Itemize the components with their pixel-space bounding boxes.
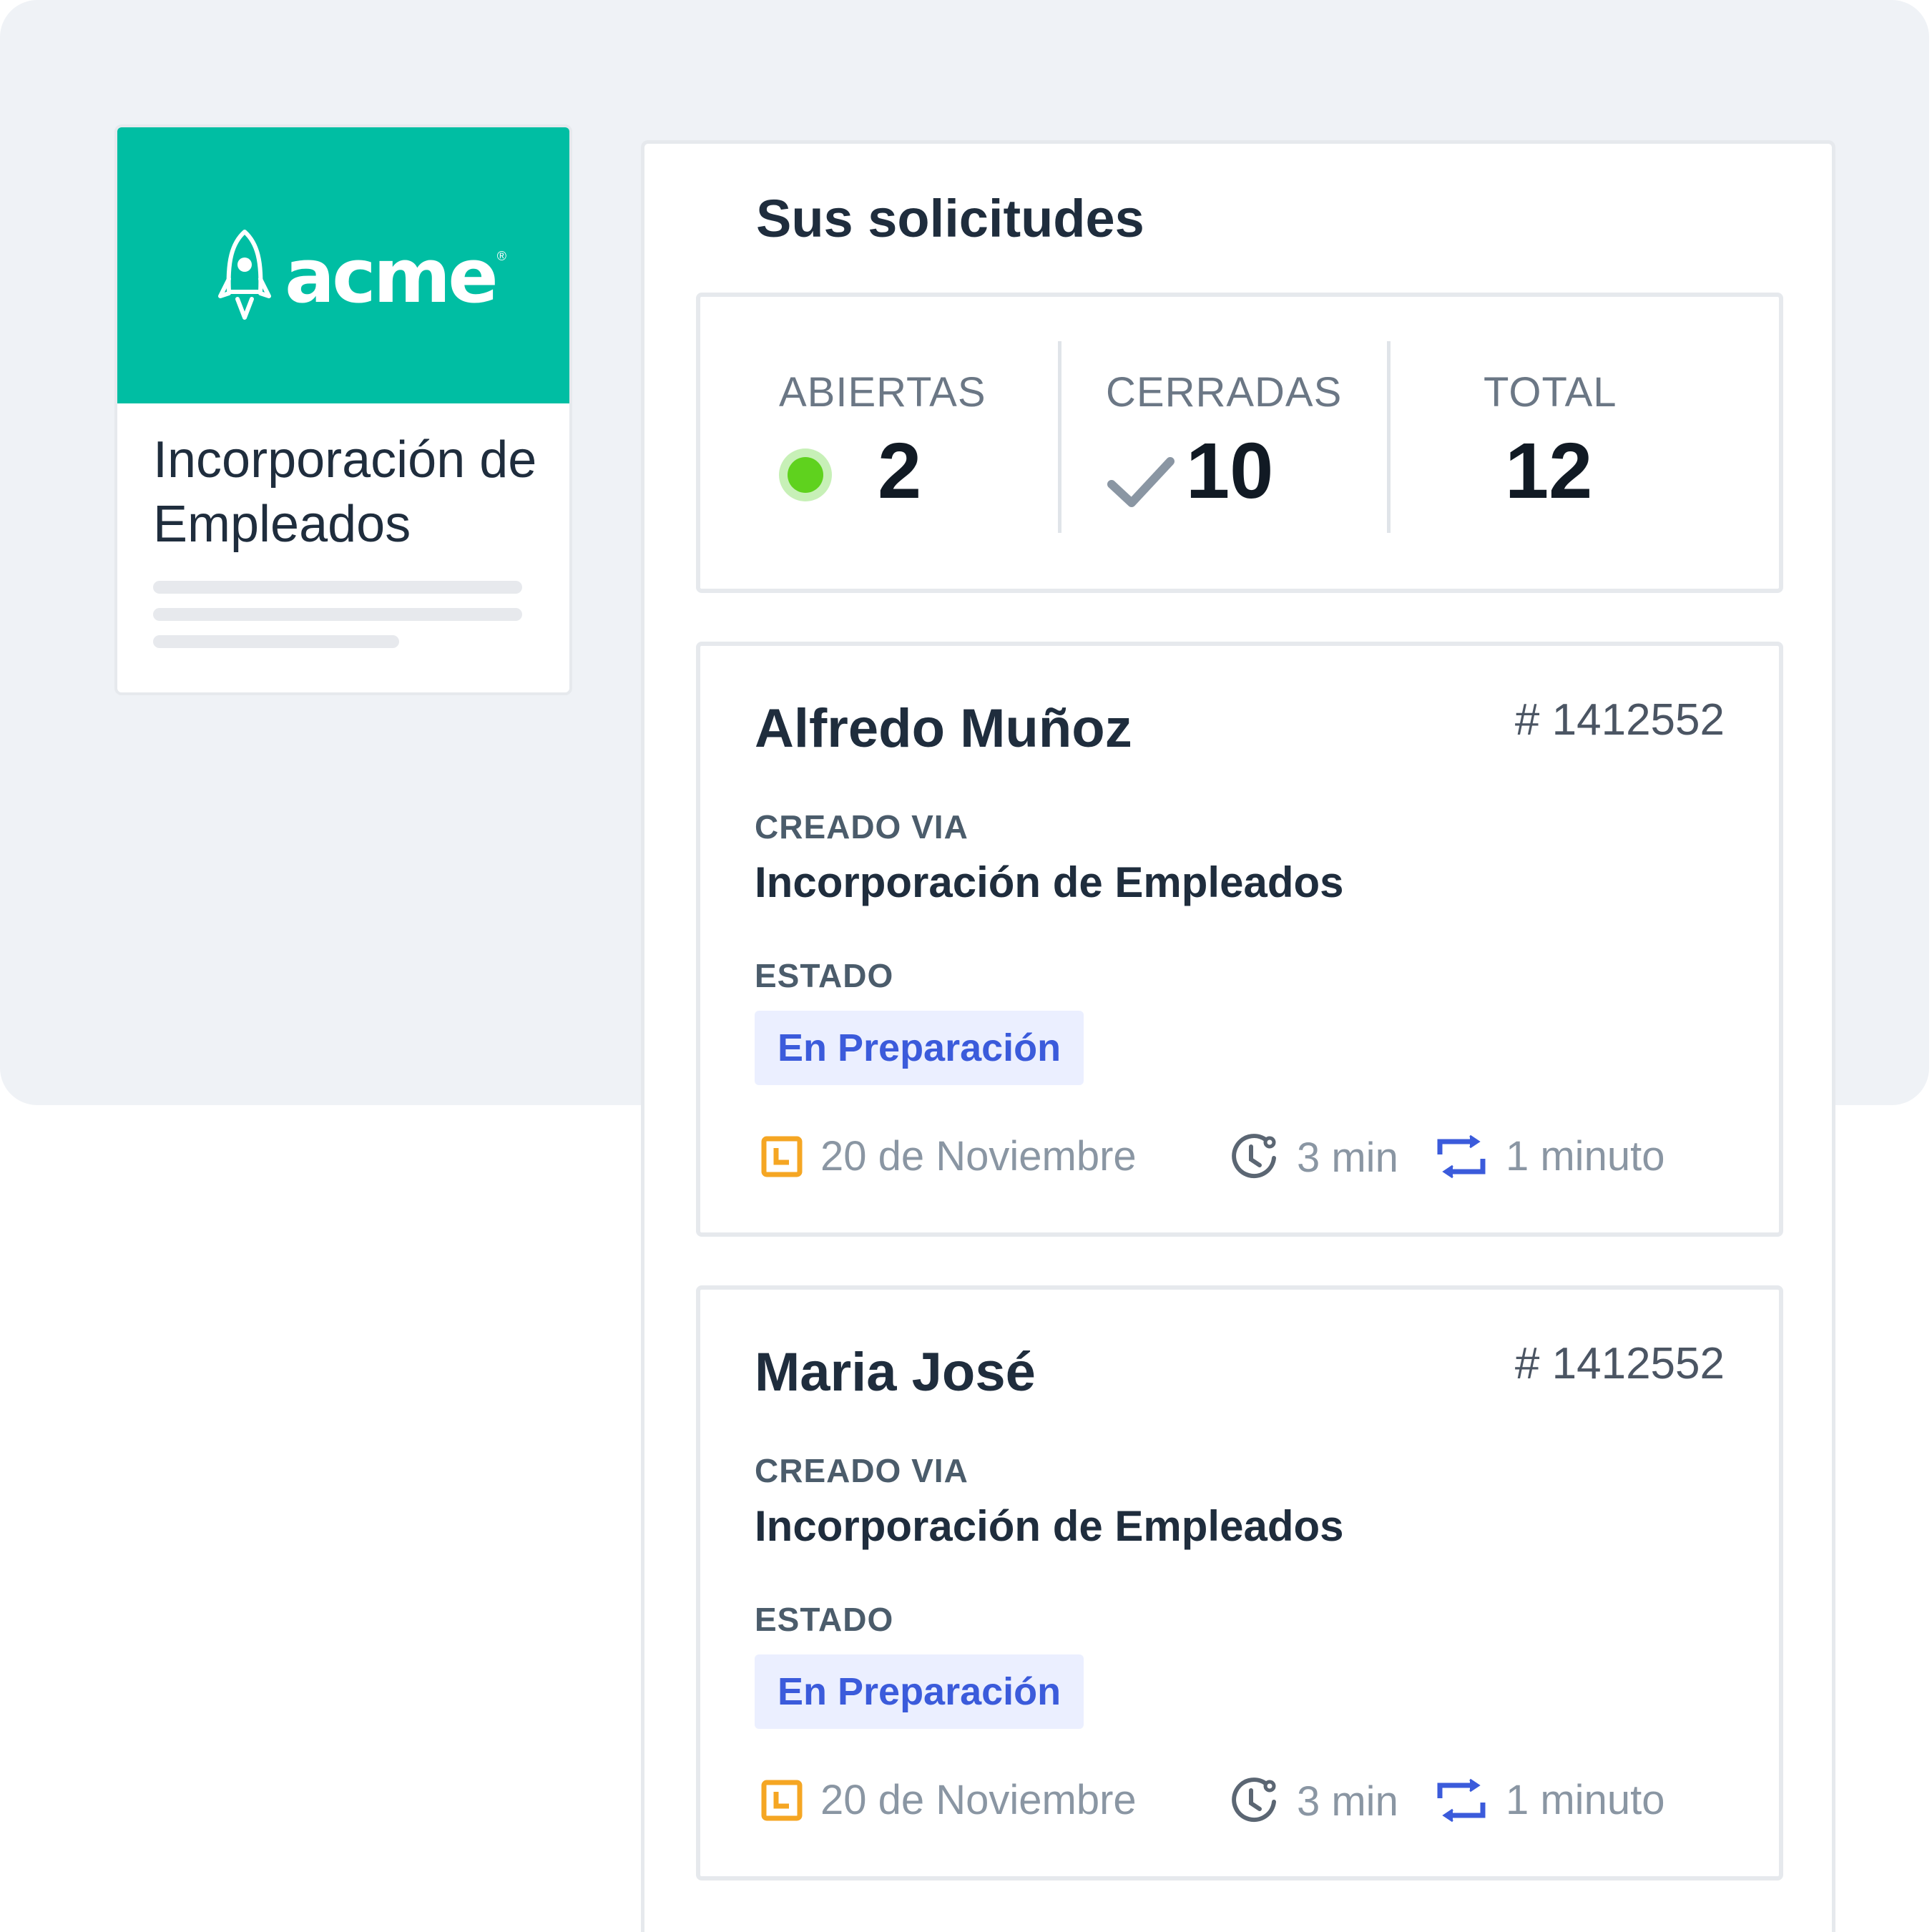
acme-logo: acme ® (216, 227, 506, 325)
stat-closed-label: CERRADAS (1106, 369, 1343, 416)
request-duration: 3 min (1297, 1777, 1398, 1825)
request-id: # 1412552 (1514, 695, 1725, 745)
created-via-label: CREADO VIA (755, 1452, 969, 1489)
placeholder-line (153, 635, 399, 648)
brand-name: acme (285, 232, 499, 320)
stat-closed[interactable]: CERRADAS 10 (1061, 297, 1387, 589)
rocket-icon (218, 230, 271, 320)
service-card[interactable]: acme ® Incorporación de Empleados (114, 124, 572, 695)
status-label: ESTADO (755, 957, 894, 994)
created-via-value: Incorporación de Empleados (755, 1502, 1344, 1550)
stat-total-value: 12 (1505, 427, 1593, 515)
created-via-value: Incorporación de Empleados (755, 858, 1344, 906)
stat-closed-value: 10 (1186, 427, 1274, 515)
updated-meta: 1 minuto (1434, 1776, 1664, 1824)
status-label: ESTADO (755, 1601, 894, 1638)
calendar-icon (761, 1136, 803, 1177)
request-card[interactable]: Alfredo Muñoz # 1412552 CREADO VIA Incor… (696, 642, 1783, 1237)
request-card[interactable]: Maria José # 1412552 CREADO VIA Incorpor… (696, 1285, 1783, 1880)
date-meta: 20 de Noviembre (760, 1132, 1137, 1180)
request-duration: 3 min (1297, 1134, 1398, 1181)
stat-total-label: TOTAL (1484, 369, 1617, 416)
stat-open-label: ABIERTAS (779, 369, 986, 416)
updated-meta: 1 minuto (1434, 1132, 1664, 1180)
date-meta: 20 de Noviembre (760, 1776, 1137, 1824)
duration-meta: 3 min (1230, 1776, 1398, 1826)
requester-name: Maria José (755, 1342, 1036, 1403)
status-badge: En Preparación (755, 1654, 1084, 1729)
request-id: # 1412552 (1514, 1339, 1725, 1388)
created-via-label: CREADO VIA (755, 808, 969, 845)
calendar-icon (761, 1780, 803, 1820)
duration-meta: 3 min (1230, 1132, 1398, 1182)
requester-name: Alfredo Muñoz (755, 698, 1132, 759)
service-card-header: acme ® (117, 127, 569, 403)
request-date: 20 de Noviembre (820, 1133, 1137, 1180)
request-date: 20 de Noviembre (820, 1777, 1137, 1823)
status-badge: En Preparación (755, 1011, 1084, 1085)
clock-icon (1232, 1134, 1276, 1179)
status-dot-icon (779, 448, 832, 501)
page-title: Sus solicitudes (756, 189, 1144, 248)
refresh-icon (1437, 1778, 1486, 1822)
stat-total[interactable]: TOTAL 12 (1391, 297, 1779, 589)
request-updated: 1 minuto (1506, 1777, 1665, 1823)
registered-mark: ® (496, 248, 506, 263)
request-updated: 1 minuto (1506, 1133, 1665, 1180)
clock-icon (1232, 1777, 1276, 1823)
stat-open-value: 2 (878, 427, 922, 515)
service-title: Incorporación de Empleados (153, 431, 537, 553)
placeholder-line (153, 608, 522, 621)
refresh-icon (1437, 1134, 1486, 1178)
requests-panel: Sus solicitudes ABIERTAS 2 CERRADAS 10 T… (641, 140, 1835, 1932)
check-icon (1107, 457, 1175, 507)
stats-summary: ABIERTAS 2 CERRADAS 10 TOTAL 12 (696, 293, 1783, 593)
stat-open[interactable]: ABIERTAS 2 (700, 297, 1056, 589)
placeholder-line (153, 581, 522, 594)
